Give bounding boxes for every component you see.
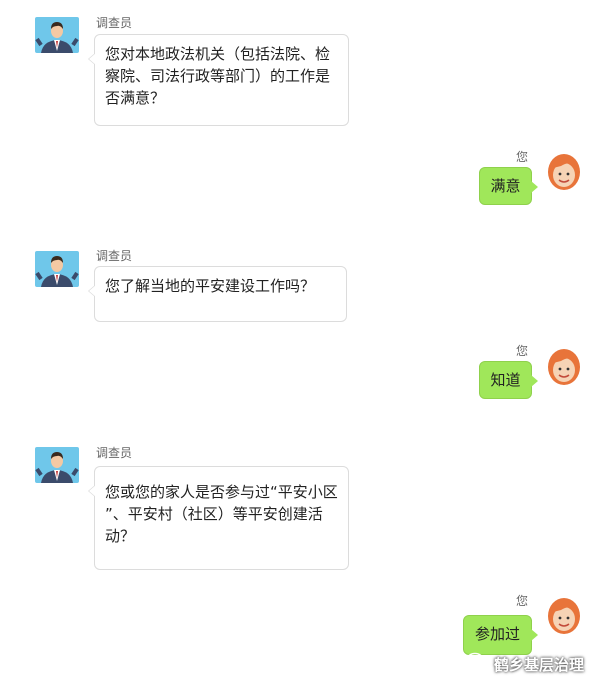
message-bubble-user: 满意 [479,167,538,205]
avatar-user [545,152,583,192]
message-bubble-investigator: 您对本地政法机关（包括法院、检察院、司法行政等部门）的工作是否满意？ [88,34,349,126]
message-bubble-user: 知道 [479,361,538,399]
message-bubble-investigator: 您了解当地的平安建设工作吗？ [88,266,347,322]
avatar-investigator [35,17,79,53]
avatar-user [545,596,583,636]
message-bubble-investigator: 您或您的家人是否参与过“平安小区 ”、平安村（社区）等平安创建活动？ [88,466,349,570]
avatar-user [545,347,583,387]
wechat-icon [466,652,488,676]
watermark: 鹤乡基层治理 [466,652,584,676]
message-text: 您了解当地的平安建设工作吗？ [105,277,316,295]
message-text: 您对本地政法机关（包括法院、检察院、司法行政等部门）的工作是否满意？ [105,45,331,107]
avatar-investigator [35,251,79,287]
sender-name: 您 [516,150,529,164]
sender-name: 调查员 [96,249,133,263]
sender-name: 调查员 [96,16,133,30]
watermark-text: 鹤乡基层治理 [494,655,585,674]
sender-name: 调查员 [96,446,133,460]
message-text: 满意 [490,177,521,195]
message-text: 参加过 [474,625,520,643]
sender-name: 您 [516,344,529,358]
avatar-investigator [35,447,79,483]
message-text: 您或您的家人是否参与过“平安小区 ”、平安村（社区）等平安创建活动？ [105,483,338,545]
message-bubble-user: 参加过 [463,615,538,655]
message-text: 知道 [490,371,521,389]
sender-name: 您 [516,594,529,608]
